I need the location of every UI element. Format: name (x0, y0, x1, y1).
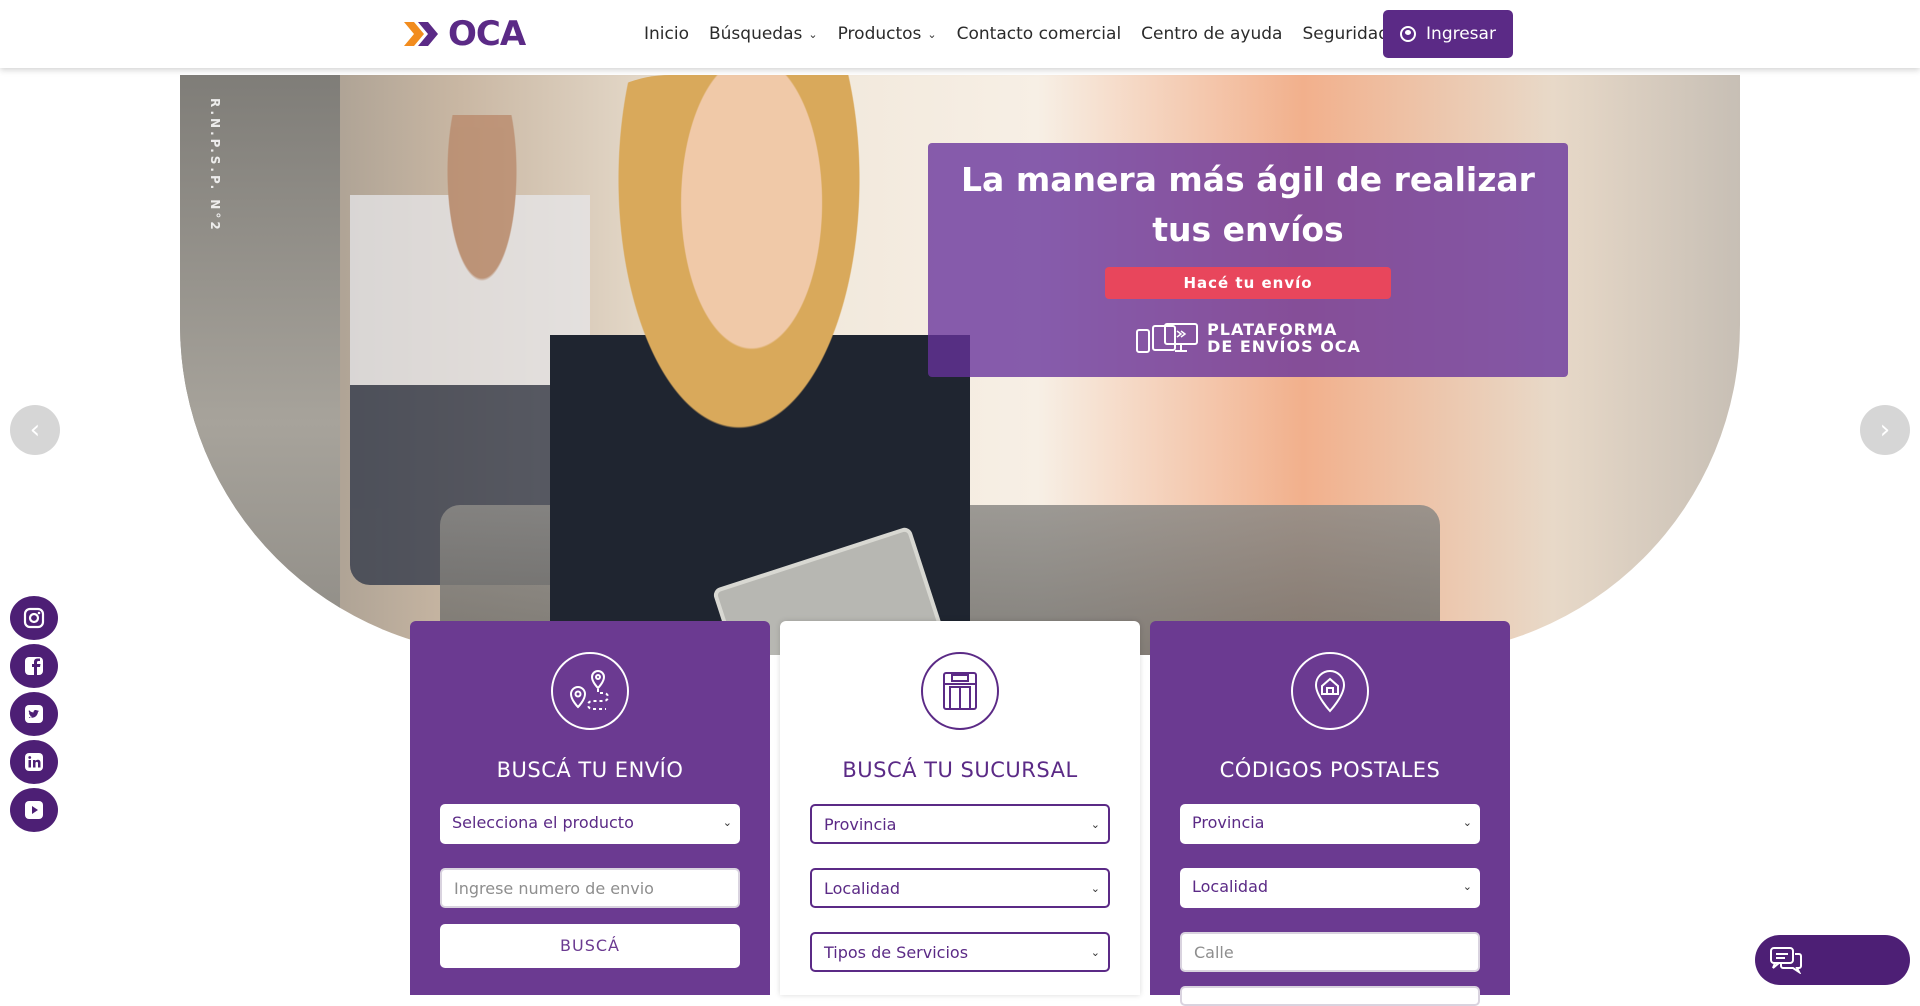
nav-centro-ayuda[interactable]: Centro de ayuda (1131, 24, 1292, 44)
top-navbar: OCA Inicio Búsquedas ⌄ Productos ⌄ Contact… (0, 0, 1920, 68)
platform-line1: PLATAFORMA (1207, 320, 1338, 339)
login-label: Ingresar (1426, 24, 1496, 44)
postal-locality-value: Localidad (1192, 877, 1269, 896)
hero-bg-wall (180, 75, 340, 655)
linkedin-icon (25, 753, 43, 771)
services-type-value: Tipos de Servicios (824, 943, 969, 962)
storefront-icon (921, 652, 999, 730)
nav-productos-label: Productos (837, 24, 922, 44)
nav-busquedas[interactable]: Búsquedas ⌄ (699, 24, 828, 44)
busca-envio-button[interactable]: BUSCÁ (440, 924, 740, 968)
platform-line2: DE ENVÍOS OCA (1207, 337, 1361, 356)
login-button[interactable]: Ingresar (1383, 10, 1513, 58)
postal-province-value: Provincia (1192, 813, 1265, 832)
nav-productos[interactable]: Productos ⌄ (828, 24, 947, 44)
chevron-left-icon: ‹ (29, 415, 41, 445)
nav-ayuda-label: Centro de ayuda (1141, 24, 1283, 44)
chevron-right-icon: › (1879, 415, 1891, 445)
street-number-input[interactable] (1180, 986, 1480, 1006)
logo-text: OCA (448, 14, 526, 54)
chevron-down-icon: ⌄ (1090, 946, 1100, 959)
chat-widget-button[interactable] (1755, 935, 1910, 985)
twitter-icon (25, 705, 43, 723)
promo-box: La manera más ágil de realizar tus envío… (928, 143, 1568, 377)
social-sidebar (10, 596, 58, 832)
sucursal-locality-select[interactable]: Localidad ⌄ (810, 868, 1110, 908)
chevron-down-icon: ⌄ (927, 27, 937, 41)
card-codigos-postales: CÓDIGOS POSTALES Provincia ⌄ Localidad ⌄… (1150, 621, 1510, 1006)
chevron-down-icon: ⌄ (722, 816, 732, 829)
nav-contacto-comercial[interactable]: Contacto comercial (947, 24, 1132, 44)
chevron-down-icon: ⌄ (1462, 816, 1472, 829)
nav-contacto-label: Contacto comercial (956, 24, 1122, 44)
services-type-select[interactable]: Tipos de Servicios ⌄ (810, 932, 1110, 972)
card-busca-sucursal: BUSCÁ TU SUCURSAL Provincia ⌄ Localidad … (780, 621, 1140, 995)
nav-inicio[interactable]: Inicio (634, 24, 699, 44)
main-nav: Inicio Búsquedas ⌄ Productos ⌄ Contacto co… (634, 0, 1399, 68)
facebook-icon (25, 657, 43, 675)
product-select[interactable]: Selecciona el producto ⌄ (440, 804, 740, 844)
nav-seguridad-label: Seguridad (1302, 24, 1390, 44)
youtube-icon (25, 801, 43, 819)
card-title-postales: CÓDIGOS POSTALES (1219, 758, 1441, 782)
card-title-envio: BUSCÁ TU ENVÍO (496, 758, 684, 782)
plataforma-envios-logo[interactable]: PLATAFORMA DE ENVÍOS OCA (928, 321, 1568, 355)
postal-province-select[interactable]: Provincia ⌄ (1180, 804, 1480, 844)
instagram-icon (23, 607, 45, 629)
twitter-button[interactable] (10, 692, 58, 736)
linkedin-button[interactable] (10, 740, 58, 784)
devices-icon (1136, 323, 1199, 353)
chevron-down-icon: ⌄ (1090, 882, 1100, 895)
route-pin-icon (551, 652, 629, 730)
tracking-placeholder: Ingrese numero de envio (454, 879, 654, 898)
oca-logo[interactable]: OCA (404, 14, 526, 54)
home-pin-icon (1291, 652, 1369, 730)
sucursal-province-select[interactable]: Provincia ⌄ (810, 804, 1110, 844)
instagram-button[interactable] (10, 596, 58, 640)
youtube-button[interactable] (10, 788, 58, 832)
postal-locality-select[interactable]: Localidad ⌄ (1180, 868, 1480, 908)
carousel-prev-button[interactable]: ‹ (10, 405, 60, 455)
chevron-down-icon: ⌄ (808, 27, 818, 41)
card-title-sucursal: BUSCÁ TU SUCURSAL (842, 758, 1078, 782)
street-input[interactable]: Calle (1180, 932, 1480, 972)
oca-logo-chevrons-icon (404, 22, 438, 46)
sucursal-province-value: Provincia (824, 815, 897, 834)
user-circle-icon (1400, 26, 1417, 42)
card-busca-envio: BUSCÁ TU ENVÍO Selecciona el producto ⌄ … (410, 621, 770, 995)
chevron-down-icon: ⌄ (1462, 880, 1472, 893)
chat-bubbles-icon (1770, 947, 1802, 974)
street-placeholder: Calle (1194, 943, 1234, 962)
hace-tu-envio-button[interactable]: Hacé tu envío (1105, 267, 1391, 299)
facebook-button[interactable] (10, 644, 58, 688)
carousel-next-button[interactable]: › (1860, 405, 1910, 455)
rnpsp-registration-text: R.N.P.S.P. N°2 (208, 98, 222, 233)
product-select-value: Selecciona el producto (452, 813, 634, 832)
tracking-number-input[interactable]: Ingrese numero de envio (440, 868, 740, 908)
sucursal-locality-value: Localidad (824, 879, 901, 898)
chevron-down-icon: ⌄ (1090, 818, 1100, 831)
nav-inicio-label: Inicio (644, 24, 689, 44)
promo-title: La manera más ágil de realizar tus envío… (961, 160, 1535, 249)
nav-busquedas-label: Búsquedas (708, 24, 803, 44)
